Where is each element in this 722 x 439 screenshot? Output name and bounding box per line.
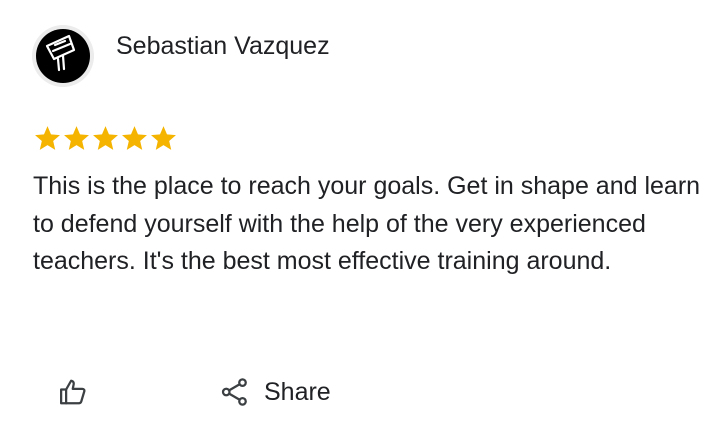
star-icon — [151, 126, 176, 150]
share-icon — [221, 378, 247, 406]
share-label: Share — [264, 378, 331, 406]
like-button[interactable] — [55, 374, 91, 410]
thumbs-up-icon — [60, 379, 86, 405]
reviewer-avatar[interactable] — [32, 25, 94, 87]
star-icon — [64, 126, 89, 150]
star-icon — [122, 126, 147, 150]
star-icon — [35, 126, 60, 150]
rating-stars — [33, 124, 178, 153]
star-icon — [93, 126, 118, 150]
reviewer-name[interactable]: Sebastian Vazquez — [116, 31, 330, 61]
review-text: This is the place to reach your goals. G… — [33, 172, 701, 275]
share-button[interactable]: Share — [220, 374, 331, 410]
